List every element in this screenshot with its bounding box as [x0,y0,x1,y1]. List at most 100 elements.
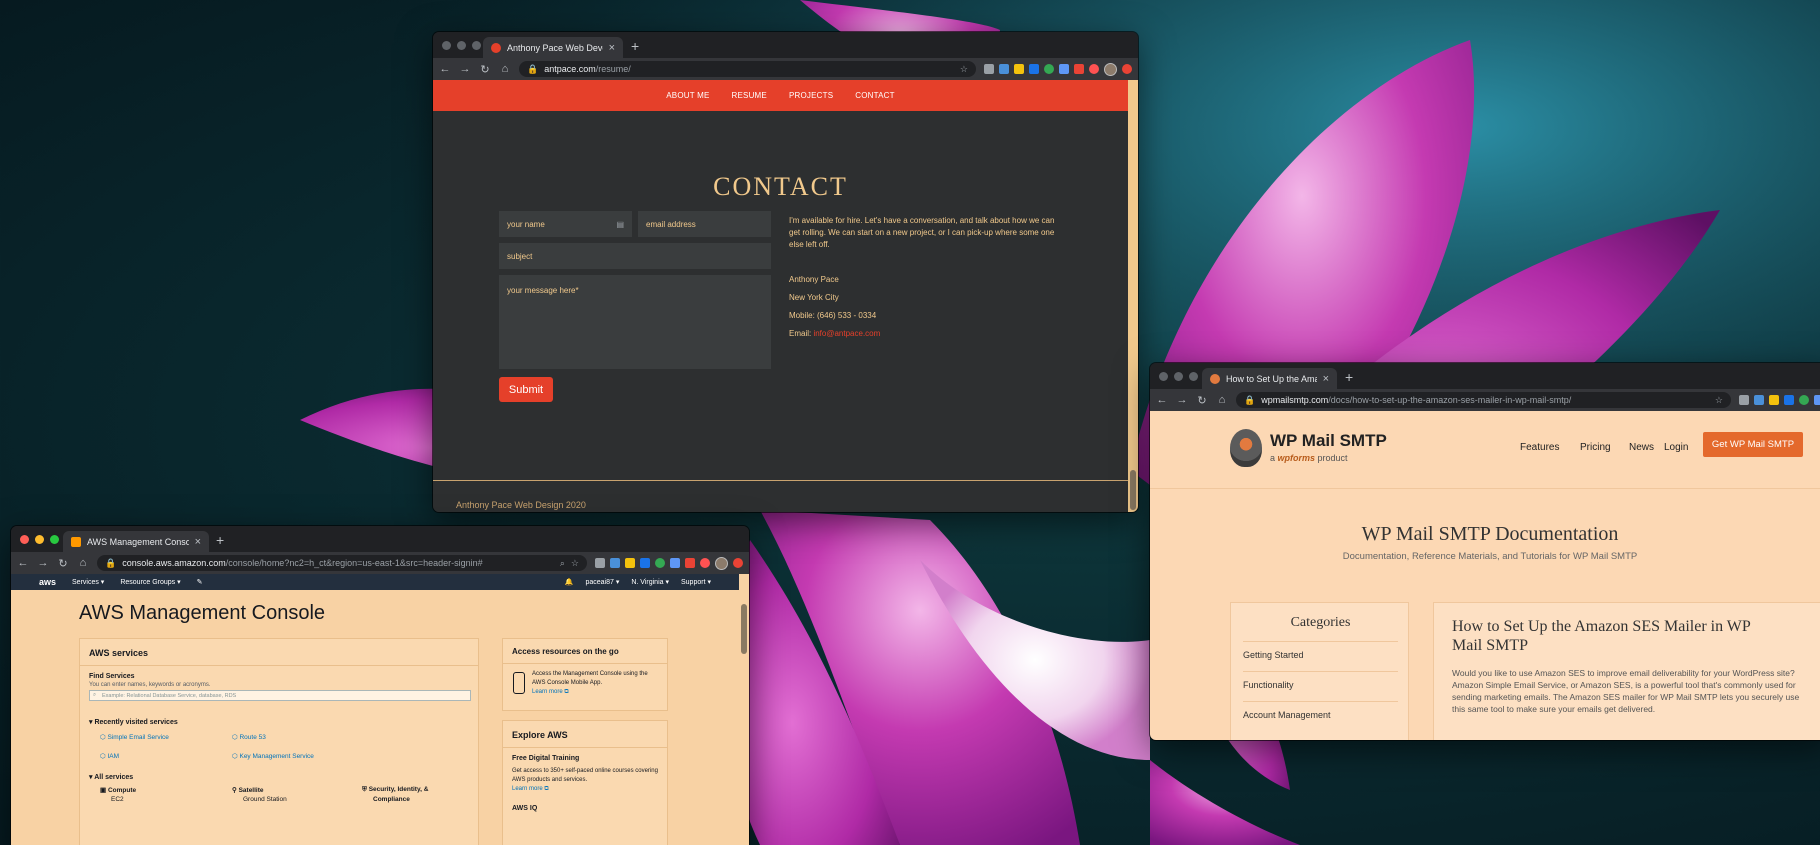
forward-icon[interactable]: → [459,63,471,75]
back-icon[interactable]: ← [17,557,29,569]
extension-icon[interactable] [1769,395,1779,405]
category-security[interactable]: ⛨ Security, Identity, & [362,786,428,794]
category-account-management[interactable]: Account Management [1243,701,1398,720]
category-getting-started[interactable]: Getting Started [1243,641,1398,660]
extension-icon[interactable] [999,64,1009,74]
reload-icon[interactable]: ↻ [57,557,69,570]
back-icon[interactable]: ← [439,63,451,75]
extension-icon[interactable] [625,558,635,568]
extension-icon[interactable] [984,64,994,74]
back-icon[interactable]: ← [1156,394,1168,406]
forward-icon[interactable]: → [37,557,49,569]
scrollbar-thumb[interactable] [741,604,747,654]
address-bar[interactable]: 🔒 antpace.com/resume/ ☆ [519,61,976,77]
zoom-window-button[interactable] [50,535,59,544]
extension-icon[interactable] [685,558,695,568]
site-logo[interactable]: WP Mail SMTP [1270,431,1387,451]
account-menu[interactable]: paceai87 ▾ [585,578,619,586]
service-ground-station[interactable]: Ground Station [243,796,287,803]
extension-icon[interactable] [1014,64,1024,74]
nav-resume[interactable]: RESUME [732,91,767,100]
category-functionality[interactable]: Functionality [1243,671,1398,690]
extension-icon[interactable] [1784,395,1794,405]
forward-icon[interactable]: → [1176,394,1188,406]
recent-services-toggle[interactable]: ▾ Recently visited services [89,718,178,726]
scrollbar-thumb[interactable] [1130,470,1136,510]
extension-icon[interactable] [733,558,743,568]
extension-icon[interactable] [1754,395,1764,405]
menu-news[interactable]: News [1629,442,1654,453]
home-icon[interactable]: ⌂ [499,63,511,75]
bell-icon[interactable]: 🔔 [565,578,574,586]
minimize-window-button[interactable] [1174,372,1183,381]
recent-service-kms[interactable]: ⬡ Key Management Service [232,752,314,760]
close-window-button[interactable] [20,535,29,544]
autofill-icon[interactable]: ▤ [616,220,624,229]
browser-tab-antpace[interactable]: Anthony Pace Web Developme × [483,37,623,58]
extension-icon[interactable] [1059,64,1069,74]
profile-avatar[interactable] [1104,62,1117,76]
close-icon[interactable]: × [195,536,201,548]
extension-icon[interactable] [1122,64,1132,74]
services-menu[interactable]: Services ▾ [72,578,104,586]
profile-avatar[interactable] [715,556,728,570]
email-link[interactable]: info@antpace.com [813,329,880,338]
pin-icon[interactable]: ✎ [197,578,203,586]
reload-icon[interactable]: ↻ [479,63,491,76]
extension-icon[interactable] [670,558,680,568]
extension-icon[interactable] [1814,395,1820,405]
category-compute[interactable]: ▣ Compute [100,786,136,794]
search-icon[interactable]: ⌕ [560,558,565,569]
star-icon[interactable]: ☆ [1715,395,1723,406]
extension-icon[interactable] [1089,64,1099,74]
extension-icon[interactable] [595,558,605,568]
scrollbar[interactable] [739,574,749,845]
learn-more-link[interactable]: Learn more ⧉ [512,786,549,793]
submit-button[interactable]: Submit [499,377,553,402]
close-window-button[interactable] [442,41,451,50]
menu-features[interactable]: Features [1520,442,1559,453]
extension-icon[interactable] [1799,395,1809,405]
nav-projects[interactable]: PROJECTS [789,91,833,100]
recent-service-ses[interactable]: ⬡ Simple Email Service [100,733,169,741]
minimize-window-button[interactable] [35,535,44,544]
home-icon[interactable]: ⌂ [77,557,89,569]
menu-login[interactable]: Login [1664,442,1688,453]
extension-icon[interactable] [1739,395,1749,405]
extension-icon[interactable] [1029,64,1039,74]
home-icon[interactable]: ⌂ [1216,394,1228,406]
browser-window-wpmailsmtp[interactable]: How to Set Up the Amazon SE × + ← → ↻ ⌂ … [1150,363,1820,740]
resource-groups-menu[interactable]: Resource Groups ▾ [120,578,180,586]
region-menu[interactable]: N. Virginia ▾ [631,578,669,586]
star-icon[interactable]: ☆ [571,558,579,569]
message-textarea[interactable]: your message here* [499,275,771,369]
extension-icon[interactable] [700,558,710,568]
zoom-window-button[interactable] [1189,372,1198,381]
extension-icon[interactable] [640,558,650,568]
address-bar[interactable]: 🔒 wpmailsmtp.com/docs/how-to-set-up-the-… [1236,392,1731,408]
menu-pricing[interactable]: Pricing [1580,442,1611,453]
subject-input[interactable]: subject [499,243,771,269]
address-bar[interactable]: 🔒 console.aws.amazon.com/console/home?nc… [97,555,587,571]
name-input[interactable]: your name ▤ [499,211,632,237]
service-ec2[interactable]: EC2 [111,796,124,803]
plus-icon[interactable]: + [216,532,224,548]
wp-mail-smtp-logo-icon[interactable] [1230,429,1262,467]
browser-window-antpace[interactable]: Anthony Pace Web Developme × + ← → ↻ ⌂ 🔒… [433,32,1138,512]
zoom-window-button[interactable] [472,41,481,50]
extension-icon[interactable] [1044,64,1054,74]
all-services-toggle[interactable]: ▾ All services [89,773,133,781]
plus-icon[interactable]: + [631,38,639,54]
nav-about-me[interactable]: ABOUT ME [666,91,709,100]
extension-icon[interactable] [655,558,665,568]
close-window-button[interactable] [1159,372,1168,381]
extension-icon[interactable] [610,558,620,568]
close-icon[interactable]: × [609,42,615,54]
aws-logo[interactable]: aws [39,577,56,587]
scrollbar[interactable] [1128,80,1138,512]
close-icon[interactable]: × [1323,373,1329,385]
get-wp-mail-smtp-button[interactable]: Get WP Mail SMTP [1703,432,1803,457]
learn-more-link[interactable]: Learn more ⧉ [532,689,569,696]
nav-contact[interactable]: CONTACT [855,91,894,100]
category-satellite[interactable]: ⚲ Satellite [232,786,264,794]
